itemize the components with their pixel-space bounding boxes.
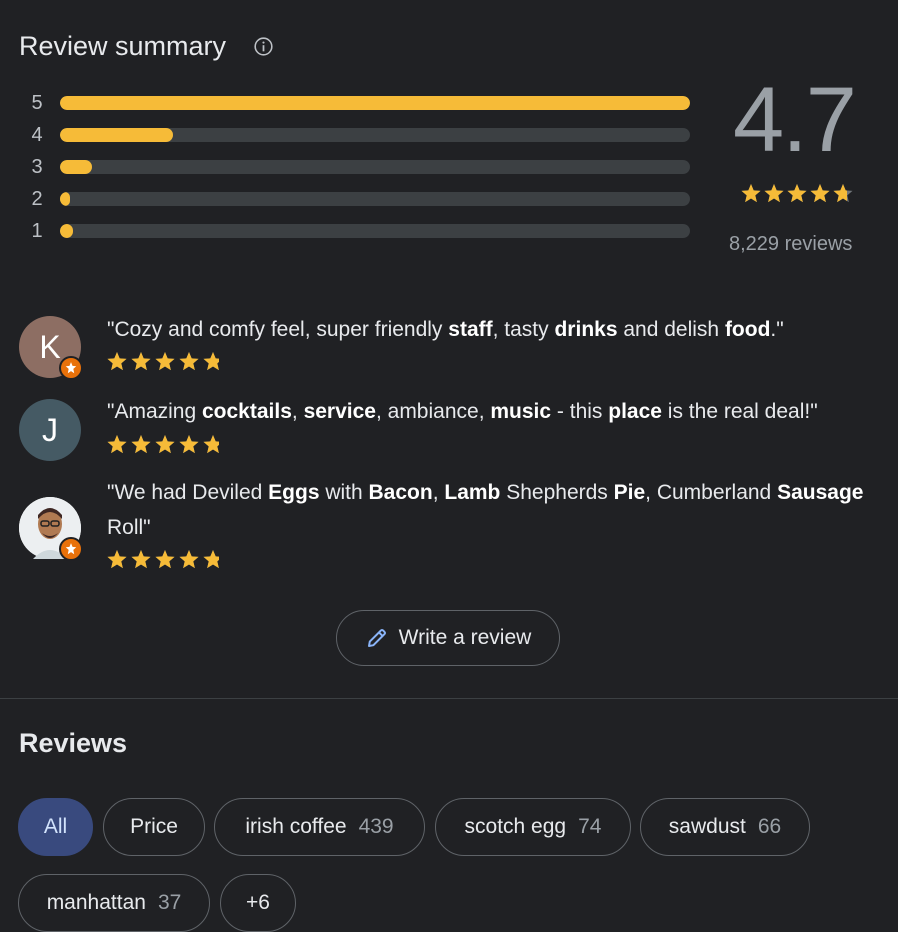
rating-bar-label: 4: [31, 124, 43, 146]
rating-bar-row[interactable]: 2: [28, 186, 692, 218]
star-icon: [764, 184, 784, 203]
filter-chip-all[interactable]: All: [18, 798, 93, 856]
avatar[interactable]: K: [19, 316, 83, 380]
star-icon: [203, 435, 219, 454]
rating-bar-label: 2: [31, 188, 43, 210]
chip-label: irish coffee: [245, 815, 347, 838]
filter-chip-irish-coffee[interactable]: irish coffee 439: [214, 798, 425, 856]
rating-bar-label: 1: [31, 220, 43, 242]
filter-chip-sawdust[interactable]: sawdust 66: [640, 798, 810, 856]
star-icon: [107, 352, 127, 371]
chip-label: +6: [246, 891, 270, 914]
chip-count: 66: [757, 815, 782, 838]
review-snippet-stars: [107, 352, 219, 371]
write-review-button[interactable]: Write a review: [336, 610, 560, 666]
rating-bar-track: [60, 96, 690, 110]
review-snippet-text: "Cozy and comfy feel, super friendly sta…: [107, 318, 784, 341]
review-snippet-stars: [107, 435, 219, 454]
avatar[interactable]: [19, 497, 83, 561]
local-guide-badge-icon: [59, 537, 83, 561]
chip-label: manhattan: [46, 891, 146, 914]
rating-bar-track: [60, 192, 690, 206]
star-icon: [155, 550, 175, 569]
rating-bar-row[interactable]: 3: [28, 154, 692, 186]
chip-label: Price: [130, 815, 178, 838]
average-rating-stars: [741, 184, 853, 203]
chip-label: sawdust: [668, 815, 746, 838]
rating-bar-row[interactable]: 1: [28, 218, 692, 250]
filter-chip-scotch-egg[interactable]: scotch egg 74: [435, 798, 631, 856]
section-divider: [0, 698, 898, 699]
reviews-heading: Reviews: [19, 728, 128, 758]
local-guide-badge-icon: [59, 356, 83, 380]
pencil-icon: [367, 629, 386, 647]
chip-count: 439: [358, 815, 394, 838]
star-icon: [787, 184, 807, 203]
star-icon: [131, 352, 151, 371]
rating-bar-track: [60, 224, 690, 238]
star-icon: [203, 352, 219, 371]
review-snippet-stars: [107, 550, 219, 569]
review-snippet-text: "Amazing cocktails, service, ambiance, m…: [107, 400, 818, 423]
rating-histogram: 5 4 3 2 1: [28, 90, 692, 250]
rating-bar-fill: [60, 160, 92, 174]
chip-count: 37: [157, 891, 182, 914]
star-icon: [155, 352, 175, 371]
review-snippet-text: "We had Deviled Eggs with Bacon, Lamb Sh…: [107, 481, 864, 539]
avatar[interactable]: J: [19, 399, 81, 461]
chip-label: All: [43, 815, 68, 838]
star-icon: [203, 550, 219, 569]
star-icon: [107, 550, 127, 569]
star-icon: [131, 550, 151, 569]
rating-bar-fill: [60, 128, 174, 142]
filter-chip-price[interactable]: Price: [103, 798, 205, 856]
rating-bar-fill: [60, 192, 71, 206]
chip-count: 74: [578, 815, 602, 838]
review-count-link[interactable]: 8,229 reviews: [729, 233, 852, 256]
rating-bar-row[interactable]: 5: [28, 90, 692, 122]
info-icon[interactable]: [253, 36, 274, 57]
star-icon: [155, 435, 175, 454]
average-rating: 4.7: [733, 69, 857, 171]
rating-bar-fill: [60, 96, 690, 110]
rating-bar-label: 3: [31, 156, 43, 178]
avatar-letter: J: [42, 411, 58, 448]
star-icon: [741, 184, 761, 203]
star-icon: [107, 435, 127, 454]
rating-bar-track: [60, 128, 690, 142]
star-icon: [179, 352, 199, 371]
star-icon: [810, 184, 830, 203]
star-icon: [131, 435, 151, 454]
rating-bar-row[interactable]: 4: [28, 122, 692, 154]
star-icon: [179, 550, 199, 569]
star-icon: [179, 435, 199, 454]
rating-bar-fill: [60, 224, 73, 238]
review-summary-title: Review summary: [19, 31, 227, 61]
rating-bar-label: 5: [31, 92, 43, 114]
filter-chip-manhattan[interactable]: manhattan 37: [18, 874, 210, 932]
rating-bar-track: [60, 160, 690, 174]
write-review-label: Write a review: [398, 626, 532, 649]
chip-label: scotch egg: [464, 815, 567, 838]
filter-chip-more[interactable]: +6: [220, 874, 296, 932]
avatar-letter: K: [39, 328, 61, 365]
